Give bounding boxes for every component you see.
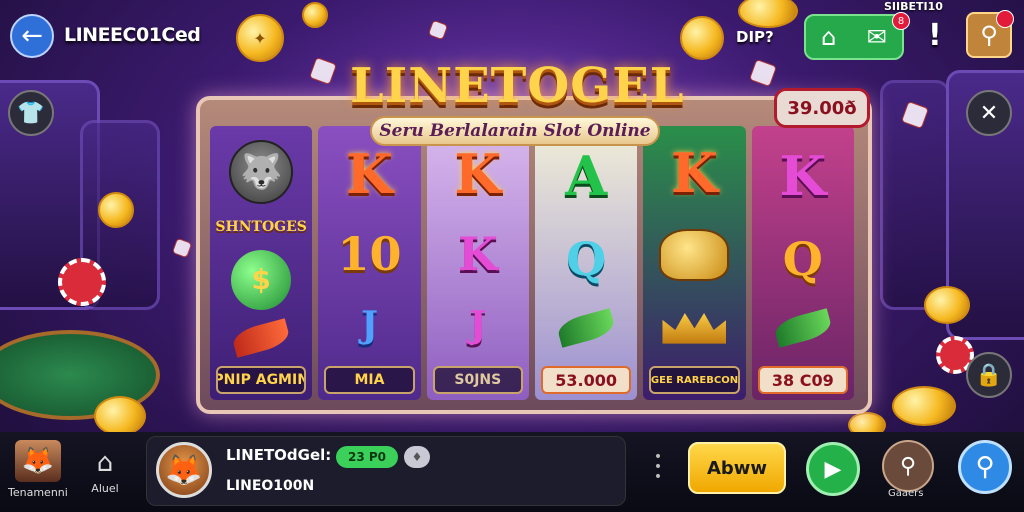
game-logo: LINETOGEL — [350, 58, 685, 114]
player-subtitle: LINEO100N — [226, 478, 315, 494]
nav-home-label: Aluel — [91, 482, 119, 495]
wolf-symbol-icon: 🐺 — [229, 139, 294, 204]
user-badge — [996, 10, 1014, 28]
reel-3-label: S0JNS — [432, 366, 523, 394]
leaf-symbol-icon — [230, 317, 292, 358]
symbol-q: Q — [566, 231, 607, 286]
symbol-k: K — [457, 227, 498, 281]
home-message-group[interactable]: ⌂ ✉ — [804, 14, 904, 60]
close-icon: ✕ — [979, 100, 999, 126]
player-chip-badge: 23 P0 — [336, 446, 398, 468]
notification-badge: 8 — [892, 12, 910, 30]
player-name: LINETOdGel: — [226, 446, 332, 464]
reel-4-label: 53.000 — [540, 366, 632, 394]
leaf-symbol-icon — [555, 308, 617, 349]
lock-icon: 🔒 — [975, 362, 1003, 388]
top-label: DIP? — [736, 28, 774, 46]
coin-decoration — [98, 192, 134, 228]
reel-4[interactable]: A Q 53.000 — [534, 126, 638, 400]
alert-icon[interactable]: ! — [928, 18, 942, 53]
symbol-q: Q — [782, 231, 823, 286]
avatar[interactable]: 🦊 — [156, 442, 212, 498]
coin-decoration — [680, 16, 724, 60]
gem-icon: ♦ — [404, 446, 430, 468]
nav-tournament-label: Tenamenni — [8, 486, 68, 499]
back-arrow-icon: ← — [21, 21, 43, 51]
reel-5-label: GEE RAREBCON — [649, 366, 740, 394]
leaf-symbol-icon — [772, 308, 834, 349]
nav-tournament[interactable]: 🦊 Tenamenni — [8, 440, 68, 499]
reel-3[interactable]: K K J S0JNS — [426, 126, 529, 400]
reel-6[interactable]: K Q 38 C09 — [751, 126, 854, 400]
slot-reels: 🐺 SHNTOGES $ PNIP AGMIN K 10 J MIA K K J… — [210, 126, 854, 400]
home-icon[interactable]: ⌂ — [821, 23, 836, 51]
balance-display: 39.00ð — [774, 88, 870, 128]
poker-chip-decoration — [58, 258, 106, 306]
coin-decoration — [94, 396, 146, 436]
games-caption: Gaaers — [888, 488, 924, 499]
more-options-icon[interactable]: • • • — [652, 450, 664, 484]
coin-decoration — [892, 386, 956, 426]
search-icon: ⚲ — [975, 452, 995, 482]
home-icon: ⌂ — [96, 448, 114, 478]
action-button[interactable]: Abww — [688, 442, 786, 494]
reel-1-top-label: SHNTOGES — [215, 218, 307, 235]
coin-decoration: ✦ — [236, 14, 284, 62]
lock-button[interactable]: 🔒 — [966, 352, 1012, 398]
symbol-k: K — [346, 142, 393, 206]
corner-id: SIIBETI10 — [884, 0, 943, 13]
symbol-k: K — [671, 141, 718, 206]
play-icon: ▶ — [824, 456, 842, 482]
orb-symbol-icon: $ — [231, 249, 292, 310]
crown-icon — [662, 313, 727, 344]
symbol-k: K — [779, 143, 827, 208]
user-icon: ⚲ — [980, 21, 998, 49]
reel-1[interactable]: 🐺 SHNTOGES $ PNIP AGMIN — [210, 126, 313, 400]
app-title: LINEEC01Ced — [64, 24, 201, 46]
symbol-j: J — [469, 304, 487, 346]
close-button[interactable]: ✕ — [966, 90, 1012, 136]
coin-decoration — [302, 2, 328, 28]
message-icon[interactable]: ✉ — [867, 23, 887, 51]
symbol-10: 10 — [337, 227, 402, 281]
tournament-icon: 🦊 — [14, 440, 61, 482]
symbol-k: K — [454, 142, 502, 206]
games-search-button[interactable]: ⚲ — [882, 440, 934, 492]
shirt-icon: 👕 — [17, 100, 45, 126]
search-button[interactable]: ⚲ — [958, 440, 1012, 494]
play-button[interactable]: ▶ — [806, 442, 860, 496]
symbol-j: J — [360, 304, 379, 346]
shirt-button[interactable]: 👕 — [8, 90, 54, 136]
coin-decoration — [738, 0, 798, 28]
reel-6-label: 38 C09 — [757, 366, 848, 394]
reel-1-label: PNIP AGMIN — [216, 366, 307, 394]
reel-2-label: MIA — [324, 366, 415, 394]
back-button[interactable]: ← — [10, 14, 54, 58]
reel-5[interactable]: K GEE RAREBCON — [643, 126, 746, 400]
search-icon: ⚲ — [899, 453, 917, 479]
reel-2[interactable]: K 10 J MIA — [318, 126, 421, 400]
game-subtitle: Seru Berlalarain Slot Online — [370, 116, 660, 146]
gold-pot-icon — [659, 228, 730, 281]
nav-home[interactable]: ⌂ Aluel — [90, 448, 120, 495]
dice-decoration — [171, 237, 193, 259]
symbol-a: A — [565, 143, 608, 208]
dice-decoration — [427, 19, 449, 41]
coin-decoration — [924, 286, 970, 324]
